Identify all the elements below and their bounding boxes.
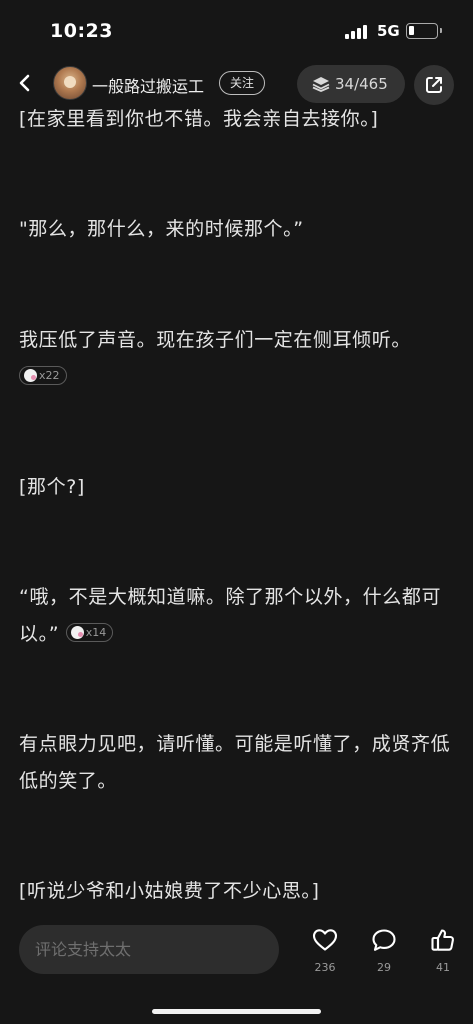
comment-count: 29 xyxy=(377,961,391,974)
thumbs-up-button[interactable]: 41 xyxy=(423,928,463,980)
author-avatar[interactable] xyxy=(53,66,87,100)
paragraph: “哦，不是大概知道嘛。除了那个以外，什么都可以。” x14 xyxy=(19,579,459,653)
paragraph-text: [在家里看到你也不错。我会亲自去接你。] xyxy=(19,108,379,130)
chapter-progress-button[interactable]: 34/465 xyxy=(297,65,405,103)
reaction-count: x14 xyxy=(85,626,107,639)
paragraph-text: "那么，那什么，来的时候那个。” xyxy=(19,218,304,240)
paragraph: [那个?] xyxy=(19,469,459,506)
paragraph: "那么，那什么，来的时候那个。” xyxy=(19,211,459,248)
like-count: 236 xyxy=(314,961,336,974)
paragraph: 我压低了声音。现在孩子们一定在侧耳倾听。 x22 xyxy=(19,322,459,396)
share-icon xyxy=(426,77,442,93)
chevron-left-icon xyxy=(19,74,30,92)
home-indicator xyxy=(152,1009,321,1014)
comment-button[interactable]: 29 xyxy=(364,928,404,980)
chapter-progress: 34/465 xyxy=(335,75,388,93)
thumbs-up-icon xyxy=(431,929,454,951)
heart-icon xyxy=(312,929,338,951)
comment-input[interactable] xyxy=(19,925,279,974)
network-label: 5G xyxy=(377,22,400,40)
like-button[interactable]: 236 xyxy=(305,928,345,980)
paragraph: 有点眼力见吧，请听懂。可能是听懂了，成贤齐低低的笑了。 xyxy=(19,726,459,800)
comment-bubble-icon xyxy=(372,929,396,951)
paragraph-text: 我压低了声音。现在孩子们一定在侧耳倾听。 xyxy=(19,329,412,351)
paragraph-text: [听说少爷和小姑娘费了不少心思。] xyxy=(19,880,320,902)
share-button[interactable] xyxy=(414,65,454,105)
paragraph-text: [那个?] xyxy=(19,476,85,498)
back-button[interactable] xyxy=(10,68,40,98)
emoji-face-icon xyxy=(70,625,84,639)
status-bar: 10:23 5G xyxy=(0,0,473,58)
paragraph-reaction-badge[interactable]: x14 xyxy=(65,623,114,642)
status-time: 10:23 xyxy=(50,20,113,42)
author-name[interactable]: 一般路过搬运工 xyxy=(92,73,204,97)
paragraph-text: 有点眼力见吧，请听懂。可能是听懂了，成贤齐低低的笑了。 xyxy=(19,733,451,792)
battery-icon xyxy=(406,23,442,39)
paragraph: [在家里看到你也不错。我会亲自去接你。] xyxy=(19,101,459,138)
reaction-count: x22 xyxy=(39,369,60,382)
layers-icon xyxy=(312,77,330,92)
signal-icon xyxy=(345,25,369,39)
emoji-face-icon xyxy=(24,368,37,382)
paragraph-reaction-badge[interactable]: x22 xyxy=(19,366,67,385)
reader-header: 一般路过搬运工 关注 34/465 xyxy=(0,62,473,106)
thumbs-up-count: 41 xyxy=(436,961,450,974)
paragraph: [听说少爷和小姑娘费了不少心思。] xyxy=(19,873,459,910)
follow-button[interactable]: 关注 xyxy=(219,71,265,95)
